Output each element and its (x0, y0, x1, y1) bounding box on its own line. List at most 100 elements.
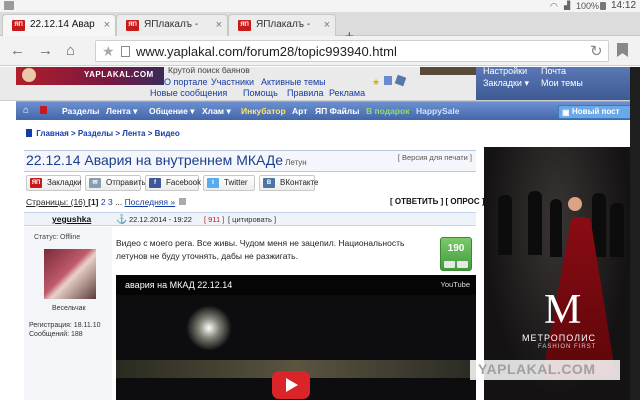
bookmarks-icon[interactable] (617, 43, 628, 57)
close-tab-icon[interactable]: × (324, 15, 330, 35)
page-edge-bar (630, 67, 640, 400)
nav-gift[interactable]: В подарок (366, 106, 409, 116)
tab-yaplakal-2[interactable]: ЯП ЯПлакалъ - × (116, 14, 228, 36)
video-title[interactable]: авария на МКАД 22.12.14 (125, 280, 232, 290)
yaplakal-icon: ЯП (30, 178, 42, 188)
nav-feed[interactable]: Лента ▾ (106, 106, 137, 117)
youtube-video-player[interactable]: авария на МКАД 22.12.14 YouTube (116, 275, 476, 400)
crumb-feed[interactable]: Лента (122, 129, 145, 138)
facebook-icon: f (149, 178, 161, 188)
signal-icon: ▟ (564, 1, 571, 10)
tab-topic[interactable]: ЯП 22.12.14 Авар × (2, 14, 116, 36)
print-version-link[interactable]: [ Версия для печати ] (398, 153, 472, 162)
youtube-logo[interactable]: YouTube (441, 280, 470, 289)
nav-talk[interactable]: Общение ▾ (149, 106, 194, 117)
tab-label: ЯПлакалъ - (144, 19, 199, 30)
url-text[interactable]: www.yaplakal.com/forum28/topic993940.htm… (136, 44, 397, 59)
nav-incubator[interactable]: Инкубатор (241, 106, 286, 116)
menu-bookmarks[interactable]: Закладки ▾ (483, 78, 529, 89)
post-number[interactable]: [ 911 ] (204, 215, 224, 224)
link-new-messages[interactable]: Новые сообщения (150, 88, 227, 98)
nav-art[interactable]: Арт (292, 106, 307, 116)
share-label: ВКонтакте (280, 178, 319, 187)
tab-yaplakal-3[interactable]: ЯП ЯПлакалъ - × (228, 14, 336, 36)
link-active-topics[interactable]: Активные темы (261, 77, 326, 87)
menu-settings[interactable]: Настройки (483, 67, 527, 76)
vk-icon: B (263, 178, 275, 188)
nav-happysale[interactable]: HappySale (416, 106, 459, 116)
share-label: Twitter (224, 178, 248, 187)
close-tab-icon[interactable]: × (216, 15, 222, 35)
link-rules[interactable]: Правила (287, 88, 324, 98)
pagination: Страницы: (16) [1] 2 3 ... Последняя » (26, 197, 187, 207)
share-label: Отправить (106, 178, 146, 187)
ad-figure (550, 199, 562, 257)
share-bookmarks-button[interactable]: ЯП Закладки (26, 175, 82, 191)
link-ads[interactable]: Реклама (329, 88, 365, 98)
vote-down-icon[interactable] (457, 261, 468, 268)
crumb-home[interactable]: Главная (36, 129, 69, 138)
author-messages: Сообщений: 188 (29, 331, 83, 338)
user-menu: Настройки Почта Закладки ▾ Мои темы (476, 67, 630, 100)
pages-menu-icon[interactable] (179, 198, 187, 205)
ad-figure (610, 203, 624, 257)
close-tab-icon[interactable]: × (104, 15, 110, 35)
ad-brand-name: МЕТРОПОЛИС (522, 333, 597, 343)
share-twitter-button[interactable]: t Twitter (203, 175, 255, 191)
yaplakal-favicon-icon: ЯП (238, 20, 251, 31)
reply-button[interactable]: [ ОТВЕТИТЬ ] (390, 197, 443, 206)
share-facebook-button[interactable]: f Facebook (145, 175, 201, 191)
link-members[interactable]: Участники (211, 77, 254, 87)
share-vk-button[interactable]: B ВКонтакте (259, 175, 319, 191)
link-about[interactable]: О портале (164, 77, 207, 87)
last-page-link[interactable]: Последняя » (125, 197, 176, 207)
star-icon: ★ (372, 77, 381, 87)
web-page: YAPLAKAL.COM Крутой поиск баянов О порта… (0, 67, 640, 400)
crumb-sections[interactable]: Разделы (78, 129, 113, 138)
ad-figure (498, 195, 512, 255)
pages-prefix: Страницы: (16) (26, 197, 89, 207)
yaplakal-favicon-icon: ЯП (126, 20, 139, 31)
home-icon[interactable]: ⌂ (66, 42, 75, 59)
address-bar[interactable]: ★ www.yaplakal.com/forum28/topic993940.h… (95, 40, 609, 62)
avatar[interactable] (44, 249, 96, 299)
site-logo[interactable]: YAPLAKAL.COM (16, 67, 164, 85)
nav-junk[interactable]: Хлам ▾ (202, 106, 231, 117)
author-panel: Статус: Offline Весельчак Регистрация: 1… (24, 227, 112, 400)
browser-toolbar: ← → ⌂ ★ www.yaplakal.com/forum28/topic99… (0, 36, 640, 66)
forward-icon[interactable]: → (38, 42, 53, 59)
nav-sections[interactable]: Разделы (62, 106, 99, 116)
image-notification-icon (4, 1, 14, 10)
menu-mail[interactable]: Почта (541, 67, 566, 76)
back-icon[interactable]: ← (10, 42, 25, 59)
ad-model-head (568, 197, 582, 211)
home-icon[interactable]: ⌂ (23, 105, 29, 116)
ad-brand-letter: M (544, 287, 582, 333)
topic-title: 22.12.14 Авария на внутреннем МКАДе Летун (26, 152, 307, 168)
yaplakal-favicon-icon: ЯП (12, 20, 25, 31)
site-header: YAPLAKAL.COM Крутой поиск баянов О порта… (0, 67, 630, 101)
crumb-video[interactable]: Видео (155, 129, 180, 138)
poll-button[interactable]: [ ОПРОС ] (446, 197, 485, 206)
post-author[interactable]: yegushka (52, 214, 91, 224)
nav-files[interactable]: ЯП Файлы (315, 106, 359, 116)
mail-icon: ✉ (89, 178, 101, 188)
reload-icon[interactable]: ↻ (590, 42, 603, 60)
link-help[interactable]: Помощь (243, 88, 278, 98)
vote-up-icon[interactable] (444, 261, 455, 268)
share-send-button[interactable]: ✉ Отправить (85, 175, 146, 191)
play-button[interactable] (272, 371, 310, 399)
menu-my-topics[interactable]: Мои темы (541, 78, 583, 88)
author-registered: Регистрация: 18.11.10 (29, 322, 101, 329)
page-link-2[interactable]: 2 (101, 197, 106, 207)
site-nav-bar: ⌂ Разделы Лента ▾ Общение ▾ Хлам ▾ Инкуб… (16, 101, 640, 120)
breadcrumb: Главная > Разделы > Лента > Видео (26, 129, 180, 138)
post-link-icon[interactable]: ⚓ (116, 214, 127, 225)
breadcrumb-icon (26, 129, 32, 137)
quote-link[interactable]: [ цитировать ] (228, 215, 276, 224)
bookmark-star-icon[interactable]: ★ (102, 43, 115, 60)
page-link-3[interactable]: 3 (108, 197, 113, 207)
user-icon (384, 76, 392, 85)
topic-title-bar: 22.12.14 Авария на внутреннем МКАДе Летун… (24, 150, 476, 172)
new-post-button[interactable]: ▣ Новый пост (558, 105, 640, 119)
